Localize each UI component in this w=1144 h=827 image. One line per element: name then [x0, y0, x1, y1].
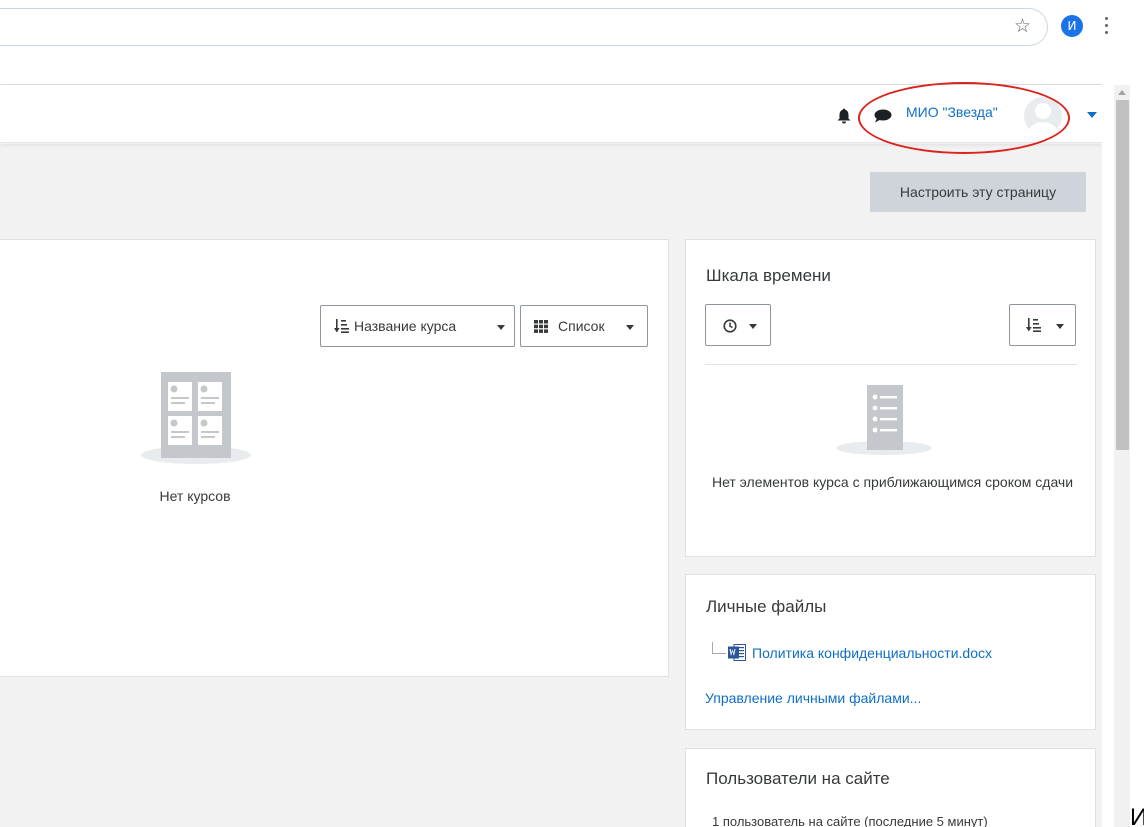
clock-icon	[723, 319, 737, 333]
grid-list-icon	[534, 320, 548, 333]
private-files-title: Личные файлы	[706, 597, 827, 616]
bell-icon[interactable]	[837, 108, 851, 124]
sort-icon	[334, 319, 349, 333]
sort-courses-dropdown[interactable]: Название курса	[320, 305, 515, 347]
profile-avatar[interactable]: И	[1061, 15, 1083, 37]
customize-page-button[interactable]: Настроить эту страницу	[870, 172, 1086, 212]
word-document-icon	[728, 644, 746, 661]
timeline-sort-dropdown[interactable]	[1009, 304, 1076, 346]
timeline-divider	[705, 364, 1077, 365]
timeline-title: Шкала времени	[706, 266, 831, 285]
bookmark-star-icon[interactable]: ☆	[1014, 15, 1031, 37]
chevron-down-icon	[1056, 324, 1064, 329]
file-link[interactable]: Политика конфиденциальности.docx	[752, 645, 992, 661]
timeline-empty-text: Нет элементов курса с приближающимся сро…	[711, 474, 1074, 490]
sort-courses-label: Название курса	[354, 318, 457, 334]
browser-menu-icon[interactable]	[1100, 17, 1112, 37]
course-view-label: Список	[558, 318, 605, 334]
course-view-dropdown[interactable]: Список	[520, 305, 648, 347]
annotation-highlight-ellipse	[858, 82, 1070, 154]
manage-private-files-link[interactable]: Управление личными файлами...	[705, 690, 921, 706]
chevron-down-icon	[626, 325, 634, 330]
list-illustration-icon	[836, 385, 932, 455]
sort-icon	[1026, 318, 1041, 332]
tree-connector	[712, 642, 726, 654]
address-bar[interactable]	[0, 8, 1048, 46]
scrollbar-thumb[interactable]	[1116, 100, 1129, 450]
chevron-down-icon	[749, 324, 757, 329]
no-courses-text: Нет курсов	[159, 488, 231, 504]
no-courses-illustration-icon	[141, 372, 251, 464]
online-users-title: Пользователи на сайте	[706, 769, 890, 788]
chevron-down-icon	[497, 325, 505, 330]
scroll-up-arrow-icon[interactable]	[1118, 90, 1126, 95]
online-users-summary: 1 пользователь на сайте (последние 5 мин…	[712, 814, 988, 827]
timeline-filter-dropdown[interactable]	[705, 304, 771, 346]
edge-text: И	[1130, 804, 1144, 827]
chevron-down-icon[interactable]	[1087, 112, 1097, 118]
